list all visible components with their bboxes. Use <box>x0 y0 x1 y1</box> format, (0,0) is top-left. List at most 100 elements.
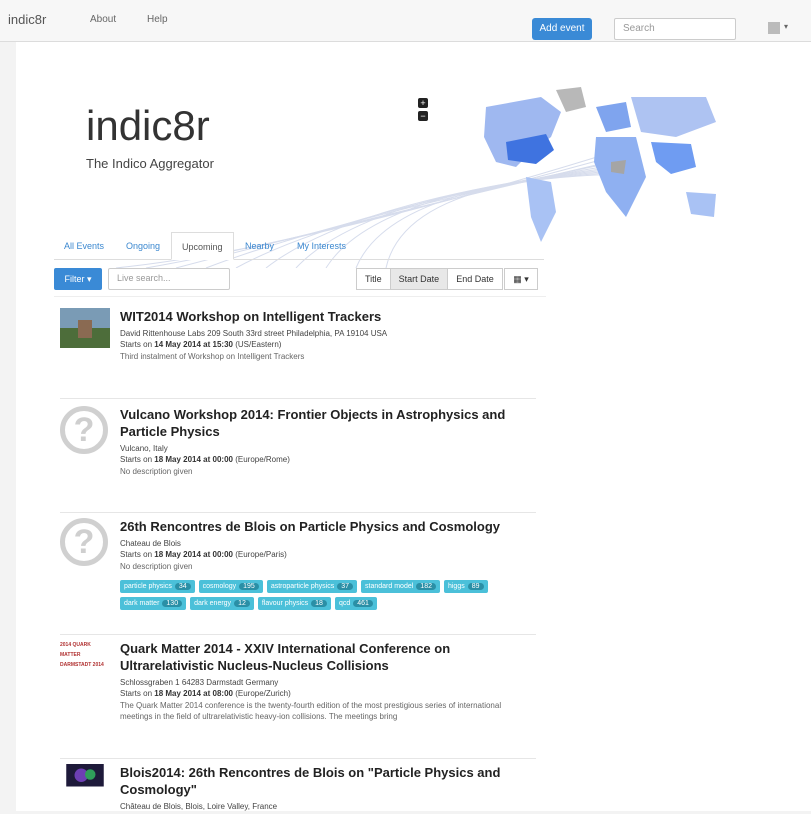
tag-name: dark energy <box>194 600 232 607</box>
tag-name: flavour physics <box>261 600 309 607</box>
divider <box>54 296 546 297</box>
event-description: Third instalment of Workshop on Intellig… <box>120 352 305 361</box>
chevron-down-icon[interactable]: ▾ <box>784 22 788 31</box>
tag-name: dark matter <box>124 600 160 607</box>
tag-name: higgs <box>447 583 465 590</box>
tag[interactable]: higgs 89 <box>443 580 488 593</box>
event-title[interactable]: 26th Rencontres de Blois on Particle Phy… <box>120 518 532 535</box>
tag-name: qcd <box>338 600 351 607</box>
event-location: David Rittenhouse Labs 209 South 33rd st… <box>120 329 388 338</box>
placeholder-question-icon: ? <box>60 406 108 454</box>
tag-count: 18 <box>311 600 327 607</box>
event-location: Vulcano, Italy <box>120 444 168 453</box>
add-event-button[interactable]: Add event <box>532 18 592 40</box>
tag-name: astroparticle physics <box>270 583 335 590</box>
start-prefix: Starts on <box>120 455 155 464</box>
tag-name: standard model <box>365 583 414 590</box>
event-separator <box>60 398 536 399</box>
event-item[interactable]: 2014 QUARK MATTER DARMSTADT 2014 Quark M… <box>60 640 536 750</box>
page-subtitle: The Indico Aggregator <box>86 156 214 171</box>
event-title[interactable]: Vulcano Workshop 2014: Frontier Objects … <box>120 406 532 440</box>
event-item[interactable]: ? Vulcano Workshop 2014: Frontier Object… <box>60 406 536 496</box>
tab-all-events[interactable]: All Events <box>54 232 114 260</box>
start-timezone: (Europe/Paris) <box>232 550 287 559</box>
event-description: No description given <box>120 562 193 571</box>
tag[interactable]: standard model 182 <box>361 580 440 593</box>
start-prefix: Starts on <box>120 550 155 559</box>
start-timezone: (Europe/Rome) <box>232 455 290 464</box>
tab-nearby[interactable]: Nearby <box>235 232 284 260</box>
event-location: Schlossgraben 1 64283 Darmstadt Germany <box>120 678 279 687</box>
tab-upcoming[interactable]: Upcoming <box>171 232 234 260</box>
start-date: 18 May 2014 at 00:00 <box>154 455 233 464</box>
start-prefix: Starts on <box>120 340 155 349</box>
event-separator <box>60 512 536 513</box>
event-location: Château de Blois, Blois, Loire Valley, F… <box>120 802 278 811</box>
page-title: indic8r <box>86 102 210 149</box>
start-prefix: Starts on <box>120 689 155 698</box>
quark-matter-logo: 2014 QUARK MATTER DARMSTADT 2014 <box>60 642 104 668</box>
tag-count: 461 <box>353 600 373 607</box>
sort-title-button[interactable]: Title <box>356 268 391 290</box>
nav-help[interactable]: Help <box>147 14 168 25</box>
tag-list: particle physics 34 cosmology 195 astropar… <box>120 580 532 610</box>
tag-count: 37 <box>337 583 354 590</box>
event-location: Chateau de Blois <box>120 539 181 548</box>
tag-count: 34 <box>174 583 191 590</box>
tag[interactable]: qcd 461 <box>334 597 377 610</box>
nav-about[interactable]: About <box>90 14 116 25</box>
user-avatar-icon[interactable] <box>768 22 780 34</box>
event-title[interactable]: WIT2014 Workshop on Intelligent Trackers <box>120 308 532 325</box>
event-item[interactable]: Blois2014: 26th Rencontres de Blois on "… <box>60 764 536 814</box>
tag-count: 130 <box>162 600 183 607</box>
calendar-view-button[interactable]: ▦ ▾ <box>504 268 538 290</box>
start-date: 18 May 2014 at 08:00 <box>154 689 233 698</box>
filter-button[interactable]: Filter ▾ <box>54 268 102 290</box>
tag[interactable]: particle physics 34 <box>120 580 195 593</box>
tag[interactable]: dark energy 12 <box>190 597 254 610</box>
event-item[interactable]: WIT2014 Workshop on Intelligent Trackers… <box>60 308 536 378</box>
search-input[interactable]: Search <box>614 18 736 40</box>
event-item[interactable]: ? 26th Rencontres de Blois on Particle P… <box>60 518 536 628</box>
event-start: Starts on 14 May 2014 at 15:30 (US/Easte… <box>120 340 532 349</box>
tag-count: 195 <box>239 583 259 590</box>
event-start: Starts on 18 May 2014 at 00:00 (Europe/P… <box>120 550 532 559</box>
start-timezone: (US/Eastern) <box>232 340 282 349</box>
sort-end-date-button[interactable]: End Date <box>447 268 503 290</box>
zoom-out-button[interactable]: − <box>418 111 428 121</box>
event-description: The Quark Matter 2014 conference is the … <box>120 701 502 721</box>
sort-group: Title Start Date End Date <box>356 268 503 290</box>
placeholder-question-icon: ? <box>60 518 108 566</box>
start-date: 18 May 2014 at 00:00 <box>154 550 233 559</box>
live-search-input[interactable]: Live search... <box>108 268 230 290</box>
page-content: indic8r The Indico Aggregator + − All Ev… <box>16 42 811 811</box>
event-thumbnail <box>60 308 110 348</box>
tag-name: cosmology <box>202 583 237 590</box>
start-date: 14 May 2014 at 15:30 <box>154 340 233 349</box>
event-title[interactable]: Blois2014: 26th Rencontres de Blois on "… <box>120 764 532 798</box>
brand[interactable]: indic8r <box>8 12 46 27</box>
tag[interactable]: cosmology 195 <box>198 580 263 593</box>
tag[interactable]: astroparticle physics 37 <box>266 580 358 593</box>
event-description: No description given <box>120 467 193 476</box>
navbar: indic8r About Help Add event Search ▾ <box>0 0 811 42</box>
event-thumbnail <box>66 764 104 787</box>
event-separator <box>60 758 536 759</box>
tag[interactable]: dark matter 130 <box>120 597 187 610</box>
tag[interactable]: flavour physics 18 <box>257 597 331 610</box>
sort-start-date-button[interactable]: Start Date <box>389 268 449 290</box>
tag-count: 182 <box>416 583 436 590</box>
tag-name: particle physics <box>124 583 172 590</box>
tag-count: 12 <box>234 600 250 607</box>
tag-count: 89 <box>467 583 484 590</box>
start-timezone: (Europe/Zurich) <box>232 689 291 698</box>
tab-ongoing[interactable]: Ongoing <box>116 232 170 260</box>
tab-my-interests[interactable]: My Interests <box>287 232 356 260</box>
event-separator <box>60 634 536 635</box>
event-tabs: All Events Ongoing Upcoming Nearby My In… <box>54 232 544 260</box>
calendar-icon: ▦ <box>513 274 522 284</box>
zoom-in-button[interactable]: + <box>418 98 428 108</box>
filter-label: Filter <box>64 274 85 284</box>
event-title[interactable]: Quark Matter 2014 - XXIV International C… <box>120 640 532 674</box>
event-start: Starts on 18 May 2014 at 08:00 (Europe/Z… <box>120 689 532 698</box>
